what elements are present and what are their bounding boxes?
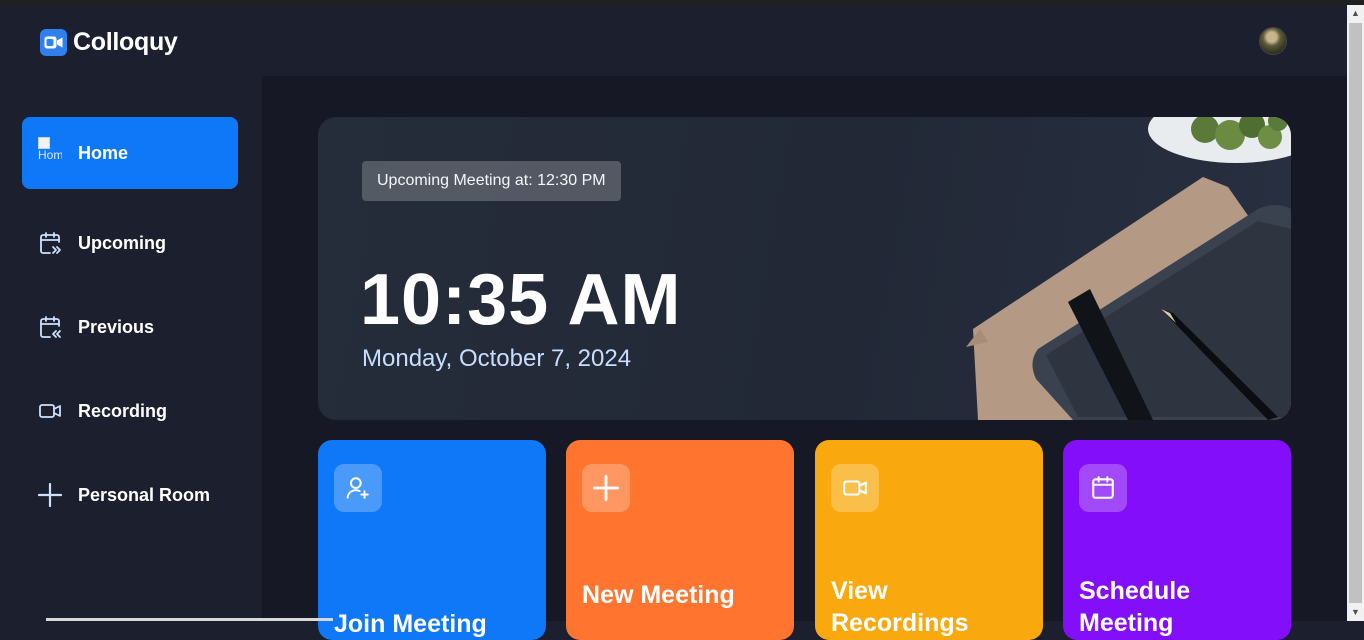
plus-icon bbox=[582, 464, 630, 512]
sidebar-item-label: Personal Room bbox=[78, 484, 211, 505]
video-icon bbox=[38, 399, 62, 423]
current-date: Monday, October 7, 2024 bbox=[362, 345, 632, 372]
video-icon bbox=[831, 464, 879, 512]
sidebar-item-upcoming[interactable]: Upcoming bbox=[22, 207, 238, 279]
sidebar-item-label: Previous bbox=[78, 316, 155, 337]
user-avatar[interactable] bbox=[1259, 27, 1287, 55]
sidebar-item-label: Upcoming bbox=[78, 232, 166, 253]
scrollbar-thumb[interactable] bbox=[1349, 23, 1362, 603]
sidebar-item-recording[interactable]: Recording bbox=[22, 375, 238, 447]
card-title: New Meeting bbox=[582, 581, 735, 609]
card-title: View Recordings bbox=[831, 577, 969, 637]
app-name: Colloquy bbox=[73, 28, 178, 56]
calendar-upcoming-icon bbox=[38, 231, 62, 255]
sidebar-item-label: Home bbox=[78, 142, 129, 163]
upcoming-meeting-badge: Upcoming Meeting at: 12:30 PM bbox=[362, 161, 621, 201]
current-time: 10:35 AM bbox=[360, 260, 682, 340]
plus-icon bbox=[38, 483, 62, 507]
scroll-up-arrow-icon[interactable]: ▲ bbox=[1347, 5, 1364, 22]
schedule-meeting-card[interactable]: Schedule Meeting bbox=[1063, 440, 1291, 640]
view-recordings-card[interactable]: View Recordings bbox=[815, 440, 1043, 640]
sidebar: Home Home Upcoming Previous bbox=[0, 76, 262, 621]
navbar: Colloquy bbox=[0, 5, 1347, 76]
main-content: Upcoming Meeting at: 12:30 PM 10:35 AM M… bbox=[262, 76, 1347, 640]
desk-illustration bbox=[966, 117, 1291, 420]
broken-image-placeholder: Home bbox=[38, 135, 62, 171]
calendar-icon bbox=[1079, 464, 1127, 512]
sidebar-item-label: Recording bbox=[78, 400, 168, 421]
add-user-icon bbox=[334, 464, 382, 512]
card-title: Schedule Meeting bbox=[1079, 577, 1191, 637]
sidebar-item-home[interactable]: Home Home bbox=[22, 117, 238, 189]
hero-banner: Upcoming Meeting at: 12:30 PM 10:35 AM M… bbox=[318, 117, 1291, 420]
app-logo[interactable]: Colloquy bbox=[40, 28, 178, 57]
join-meeting-card[interactable]: Join Meeting bbox=[318, 440, 546, 640]
calendar-previous-icon bbox=[38, 315, 62, 339]
video-camera-logo-icon bbox=[40, 29, 67, 56]
scroll-down-arrow-icon[interactable]: ▼ bbox=[1347, 604, 1364, 621]
sidebar-item-personal-room[interactable]: Personal Room bbox=[22, 459, 238, 531]
vertical-scrollbar[interactable]: ▲ ▼ bbox=[1347, 5, 1364, 621]
home-icon: Home bbox=[38, 137, 62, 165]
new-meeting-card[interactable]: New Meeting bbox=[566, 440, 794, 640]
sidebar-item-previous[interactable]: Previous bbox=[22, 291, 238, 363]
card-title: Join Meeting bbox=[334, 610, 487, 638]
